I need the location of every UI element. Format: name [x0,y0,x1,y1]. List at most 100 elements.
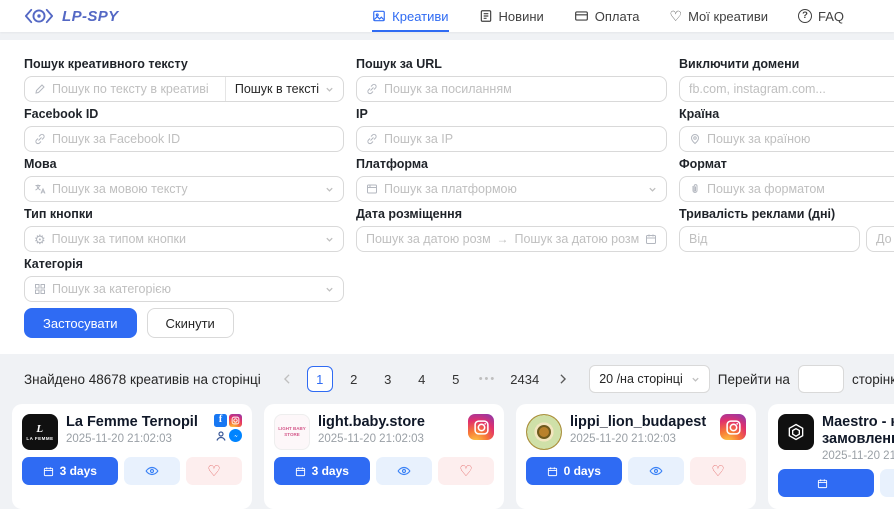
days-button[interactable] [778,469,874,497]
avatar: L LA FEMME [22,414,58,450]
chevron-down-icon [325,235,334,244]
heart-icon: ♡ [207,464,220,479]
page-button-2[interactable]: 2 [341,366,367,392]
next-page-button[interactable] [551,366,575,392]
button-type-input[interactable] [52,232,319,246]
filter-label-creative-text: Пошук креативного тексту [24,56,344,72]
heart-icon: ♡ [711,464,724,479]
instagram-icon [468,414,494,440]
format-input[interactable] [707,182,894,196]
page-button-1[interactable]: 1 [307,366,333,392]
creative-card[interactable]: L LA FEMME La Femme Ternopil 2025-11-20 … [12,404,252,509]
heart-icon: ♡ [459,464,472,479]
nav-my-creatives[interactable]: ♡ Мої креативи [670,0,768,32]
creative-cards: L LA FEMME La Femme Ternopil 2025-11-20 … [0,404,894,509]
favorite-button[interactable]: ♡ [690,457,746,485]
filter-label-country: Країна [679,106,894,122]
brand-logo[interactable]: LP-SPY [22,0,119,32]
apply-button[interactable]: Застосувати [24,308,137,338]
days-button[interactable]: 3 days [22,457,118,485]
eye-logo-icon [22,5,56,27]
category-select[interactable] [24,276,344,302]
nav-payment[interactable]: Оплата [574,0,640,32]
views-button[interactable] [880,469,894,497]
duration-range [679,226,894,252]
results-bar: Знайдено 48678 креативів на сторінці 1 2… [0,354,894,404]
arrow-right-icon: → [497,232,509,246]
facebook-icon: f [214,414,227,427]
language-input[interactable] [52,182,319,196]
reset-button[interactable]: Скинути [147,308,234,338]
avatar [778,414,814,450]
category-input[interactable] [52,282,319,296]
facebook-id-input[interactable] [52,132,334,146]
days-button[interactable]: 0 days [526,457,622,485]
category-icon [34,283,46,295]
chevron-down-icon [325,85,334,94]
favorite-button[interactable]: ♡ [438,457,494,485]
brand-name: LP-SPY [62,8,119,25]
news-icon [479,9,493,23]
messenger-icon [229,429,242,442]
duration-from-input[interactable] [689,232,850,246]
link-icon [34,133,46,145]
filter-label-exclude-domains: Виключити домени [679,56,894,72]
goto-suffix: сторінку [852,372,894,387]
chevron-down-icon [325,185,334,194]
platform-icon [366,183,378,195]
creative-text-input[interactable] [52,82,216,96]
date-from-input[interactable] [366,232,491,246]
date-to-input[interactable] [515,232,640,246]
button-type-select[interactable]: ⚙ [24,226,344,252]
search-mode-select[interactable]: Пошук в тексті [225,77,343,101]
platform-input[interactable] [384,182,642,196]
pagination-ellipsis[interactable]: ••• [477,373,499,385]
eye-icon [145,464,159,478]
creative-card[interactable]: LIGHT BABY STORE light.baby.store 2025-1… [264,404,504,509]
calendar-icon [645,233,657,245]
results-summary: Знайдено 48678 креативів на сторінці [24,372,261,387]
url-input[interactable] [384,82,657,96]
advertiser-name[interactable]: lippi_lion_budapest [570,414,712,431]
views-button[interactable] [376,457,432,485]
exclude-domains-input[interactable] [689,82,894,96]
platform-select[interactable] [356,176,667,202]
network-icons: f [214,414,242,450]
page-size-select[interactable]: 20 /на сторінці [589,365,710,393]
advertiser-name[interactable]: Maestro - кухні, меблі на замовлення в У… [822,414,894,448]
page-button-5[interactable]: 5 [443,366,469,392]
duration-to-input[interactable] [876,232,894,246]
country-input[interactable] [707,132,894,146]
creative-date: 2025-11-20 21:02:03 [570,433,712,445]
heart-icon: ♡ [670,9,683,23]
page-button-3[interactable]: 3 [375,366,401,392]
advertiser-name[interactable]: La Femme Ternopil [66,414,206,431]
advertiser-name[interactable]: light.baby.store [318,414,460,431]
nav-creatives[interactable]: Креативи [372,0,448,32]
language-select[interactable] [24,176,344,202]
goto-page-input[interactable] [798,365,844,393]
placement-date-range[interactable]: → [356,226,667,252]
views-button[interactable] [628,457,684,485]
prev-page-button[interactable] [275,366,299,392]
nav-label: FAQ [818,9,844,24]
ip-input[interactable] [384,132,657,146]
filter-label-category: Категорія [24,256,344,272]
nav-faq[interactable]: ? FAQ [798,0,844,32]
page-button-4[interactable]: 4 [409,366,435,392]
creative-card[interactable]: lippi_lion_budapest 2025-11-20 21:02:03 … [516,404,756,509]
nav-label: Мої креативи [688,9,768,24]
network-icons [720,414,746,450]
filter-label-format: Формат [679,156,894,172]
nav-news[interactable]: Новини [479,0,544,32]
link-icon [366,133,378,145]
views-button[interactable] [124,457,180,485]
creative-card[interactable]: Maestro - кухні, меблі на замовлення в У… [768,404,894,509]
days-button[interactable]: 3 days [274,457,370,485]
favorite-button[interactable]: ♡ [186,457,242,485]
main-nav: Креативи Новини Оплата ♡ Мої креативи ? … [372,0,844,32]
chevron-right-icon [559,374,567,384]
network-icons [468,414,494,450]
page-button-last[interactable]: 2434 [506,366,543,392]
search-mode-value: Пошук в тексті [235,82,319,96]
